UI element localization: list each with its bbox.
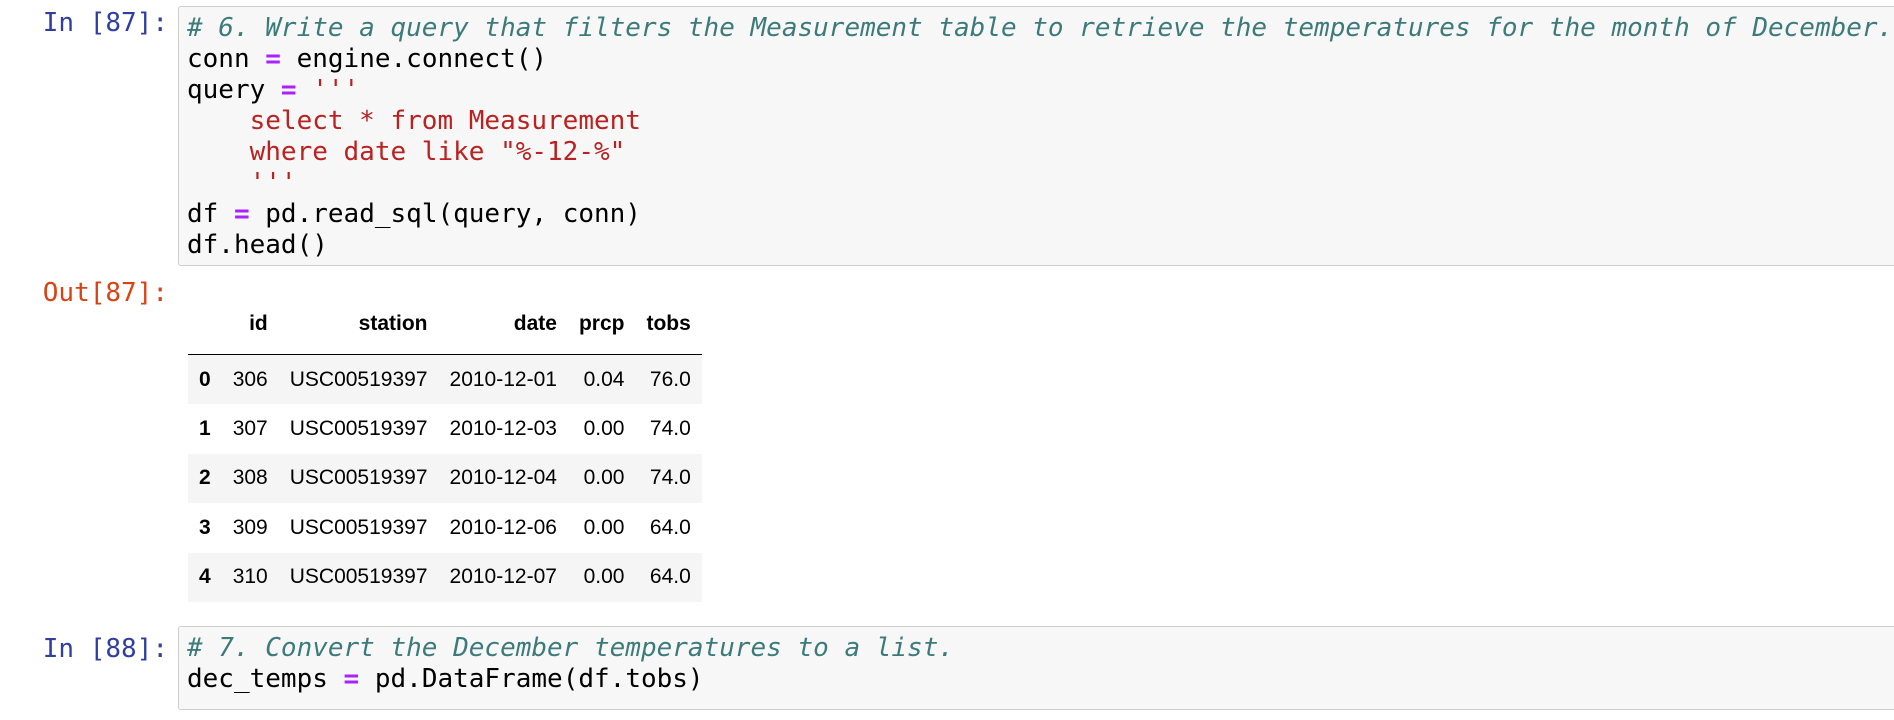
input-prompt: In [88]: bbox=[42, 634, 168, 664]
code-line-sql-close: ''' bbox=[187, 168, 1894, 199]
code-line-query: query = ''' bbox=[187, 75, 1894, 106]
cell-tobs: 64.0 bbox=[649, 515, 691, 539]
cell-prcp: 0.00 bbox=[583, 565, 625, 589]
code-line-comment: # 6. Write a query that filters the Meas… bbox=[187, 13, 1894, 44]
string-open-quote: ''' bbox=[312, 75, 360, 105]
code-dec-temps-rhs: pd.DataFrame(df.tobs) bbox=[374, 664, 704, 694]
cell-station: USC00519397 bbox=[289, 565, 428, 589]
code-comment: # 7. Convert the December temperatures t… bbox=[187, 633, 955, 663]
code-line-head: df.head() bbox=[187, 230, 1894, 261]
dataframe-output: id station date prcp tobs 0 306 USC00519… bbox=[178, 294, 1894, 602]
cell-station: USC00519397 bbox=[289, 515, 428, 539]
cell-tobs: 74.0 bbox=[649, 466, 691, 490]
cell-prcp: 0.00 bbox=[583, 515, 625, 539]
index-header bbox=[188, 294, 222, 355]
column-header-prcp: prcp bbox=[567, 294, 636, 355]
column-header-tobs: tobs bbox=[635, 294, 702, 355]
cell-id: 310 bbox=[232, 565, 268, 589]
cell-station: USC00519397 bbox=[289, 417, 428, 441]
output-prompt: Out[87]: bbox=[42, 278, 168, 308]
row-index: 0 bbox=[199, 367, 211, 391]
cell-prcp: 0.00 bbox=[583, 466, 625, 490]
cell-tobs: 76.0 bbox=[649, 367, 691, 391]
cell-date: 2010-12-04 bbox=[449, 466, 557, 490]
table-row: 1 307 USC00519397 2010-12-03 0.00 74.0 bbox=[188, 404, 702, 453]
code-conn-rhs: engine.connect() bbox=[296, 44, 548, 74]
code-line-sql-where: where date like "%-12-%" bbox=[187, 137, 1894, 168]
code-comment: # 6. Write a query that filters the Meas… bbox=[187, 13, 1894, 43]
row-index: 4 bbox=[199, 565, 211, 589]
assign-operator: = bbox=[249, 44, 297, 74]
cell-id: 308 bbox=[232, 466, 268, 490]
cell-tobs: 64.0 bbox=[649, 565, 691, 589]
code-line-conn: conn = engine.connect() bbox=[187, 44, 1894, 75]
row-index: 3 bbox=[199, 515, 211, 539]
assign-operator: = bbox=[218, 199, 266, 229]
cell-date: 2010-12-03 bbox=[449, 417, 557, 441]
row-index: 2 bbox=[199, 466, 211, 490]
table-row: 3 309 USC00519397 2010-12-06 0.00 64.0 bbox=[188, 503, 702, 552]
cell-date: 2010-12-06 bbox=[449, 515, 557, 539]
table-row: 0 306 USC00519397 2010-12-01 0.04 76.0 bbox=[188, 354, 702, 405]
input-prompt: In [87]: bbox=[42, 8, 168, 38]
column-header-station: station bbox=[278, 294, 439, 355]
code-var-conn: conn bbox=[187, 44, 250, 74]
table-header-row: id station date prcp tobs bbox=[188, 294, 702, 355]
code-head-call: df.head() bbox=[187, 230, 328, 260]
code-editor[interactable]: # 6. Write a query that filters the Meas… bbox=[178, 6, 1894, 266]
code-var-df: df bbox=[187, 199, 219, 229]
code-line-df: df = pd.read_sql(query, conn) bbox=[187, 199, 1894, 230]
cell-date: 2010-12-07 bbox=[449, 565, 557, 589]
code-var-dec-temps: dec_temps bbox=[187, 664, 328, 694]
table-row: 4 310 USC00519397 2010-12-07 0.00 64.0 bbox=[188, 552, 702, 602]
cell-prcp: 0.00 bbox=[583, 417, 625, 441]
cell-id: 309 bbox=[232, 515, 268, 539]
code-editor[interactable]: # 7. Convert the December temperatures t… bbox=[178, 626, 1894, 710]
cell-date: 2010-12-01 bbox=[449, 367, 557, 391]
code-line-comment: # 7. Convert the December temperatures t… bbox=[187, 633, 1894, 664]
cell-tobs: 74.0 bbox=[649, 417, 691, 441]
cell-station: USC00519397 bbox=[289, 466, 428, 490]
cell-id: 307 bbox=[232, 417, 268, 441]
code-line-sql-select: select * from Measurement bbox=[187, 106, 1894, 137]
assign-operator: = bbox=[265, 75, 313, 105]
cell-id: 306 bbox=[232, 367, 268, 391]
sql-where: where date like "%-12-%" bbox=[187, 137, 626, 167]
column-header-id: id bbox=[221, 294, 279, 355]
code-var-query: query bbox=[187, 75, 266, 105]
dataframe-table: id station date prcp tobs 0 306 USC00519… bbox=[188, 294, 702, 602]
cell-station: USC00519397 bbox=[289, 367, 428, 391]
sql-select: select * from Measurement bbox=[187, 106, 641, 136]
string-close-quote: ''' bbox=[187, 168, 297, 198]
code-line-dec-temps: dec_temps = pd.DataFrame(df.tobs) bbox=[187, 664, 1894, 695]
cell-prcp: 0.04 bbox=[583, 367, 625, 391]
assign-operator: = bbox=[327, 664, 375, 694]
row-index: 1 bbox=[199, 417, 211, 441]
table-row: 2 308 USC00519397 2010-12-04 0.00 74.0 bbox=[188, 453, 702, 504]
code-df-rhs: pd.read_sql(query, conn) bbox=[265, 199, 641, 229]
column-header-date: date bbox=[438, 294, 568, 355]
